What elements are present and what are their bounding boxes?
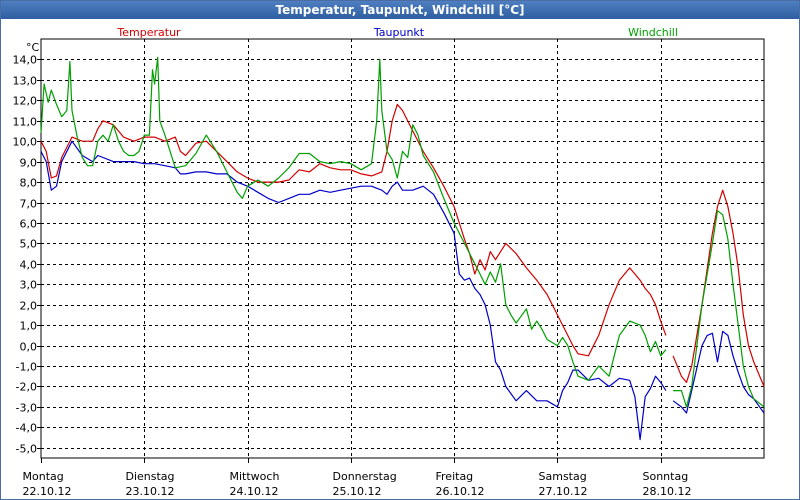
chart-canvas: 14,0 13,0 12,0 11,0 10,0 9,0 8,0 7,0 6,0 5,0 4,0 3,…	[13, 26, 765, 498]
x-day-label: Mittwoch	[230, 470, 280, 483]
legend-entry: Windchill	[628, 26, 678, 39]
x-day-label: Samstag	[539, 470, 587, 483]
plot-area	[40, 38, 765, 459]
x-day-label: Donnerstag	[333, 470, 397, 483]
y-tick-label: 6,0	[20, 218, 38, 231]
y-tick-label: -2,0	[16, 381, 37, 394]
y-tick-label: 2,0	[20, 300, 38, 313]
y-tick-label: 10,0	[13, 136, 38, 149]
legend-entry: Temperatur	[116, 26, 181, 39]
y-tick-label: 0,0	[20, 341, 38, 354]
y-tick-label: 3,0	[20, 279, 38, 292]
y-tick-label: 12,0	[13, 95, 38, 108]
x-date-label: 25.10.12	[333, 485, 382, 498]
x-day-label: Dienstag	[126, 470, 175, 483]
y-tick-label: 5,0	[20, 238, 38, 251]
y-tick-label: 13,0	[13, 75, 38, 88]
x-date-label: 28.10.12	[643, 485, 692, 498]
y-tick-label: 14,0	[13, 54, 38, 67]
y-axis-unit: °C	[26, 41, 40, 54]
y-tick-label: 11,0	[13, 116, 38, 129]
x-date-label: 27.10.12	[539, 485, 588, 498]
chart-window: Temperatur, Taupunkt, Windchill [°C] 14,…	[0, 0, 800, 500]
x-date-label: 23.10.12	[126, 485, 175, 498]
legend-entry: Taupunkt	[373, 26, 425, 39]
x-date-label: 26.10.12	[436, 485, 485, 498]
y-tick-label: -5,0	[16, 443, 37, 456]
y-tick-label: 1,0	[20, 320, 38, 333]
y-tick-label: -4,0	[16, 422, 37, 435]
x-day-label: Montag	[23, 470, 64, 483]
y-tick-label: -3,0	[16, 402, 37, 415]
y-tick-label: -1,0	[16, 361, 37, 374]
y-tick-label: 8,0	[20, 177, 38, 190]
x-date-label: 22.10.12	[23, 485, 72, 498]
x-day-label: Freitag	[436, 470, 474, 483]
y-tick-label: 4,0	[20, 259, 38, 272]
y-tick-label: 7,0	[20, 198, 38, 211]
y-tick-label: 9,0	[20, 157, 38, 170]
x-day-label: Sonntag	[643, 470, 689, 483]
x-date-label: 24.10.12	[230, 485, 279, 498]
